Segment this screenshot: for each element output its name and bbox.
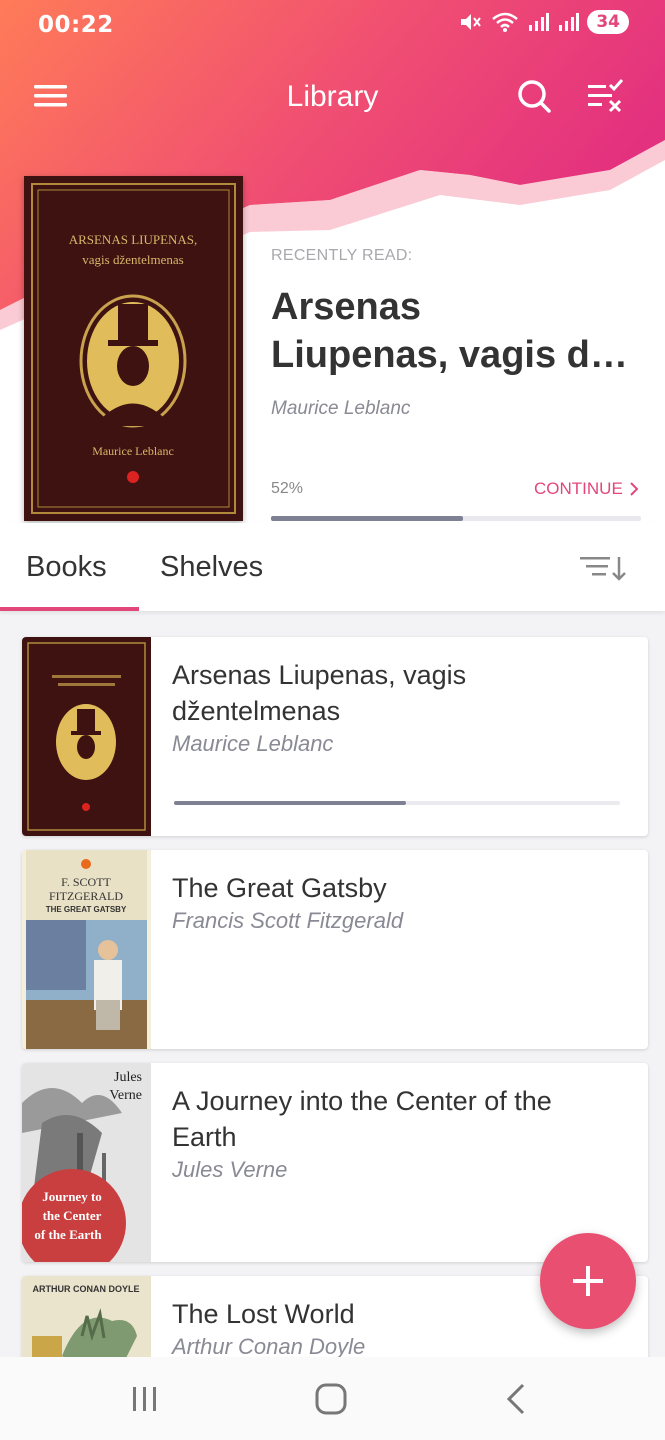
book-cover: F. SCOTT FITZGERALD THE GREAT GATSBY (22, 850, 151, 1049)
status-bar: 00:22 34 (0, 0, 665, 52)
book-progress-fill (174, 801, 406, 805)
recent-apps-icon[interactable] (125, 1379, 165, 1419)
book-author: Jules Verne (172, 1157, 288, 1182)
book-progress-bar (174, 801, 620, 805)
tab-bar: Books Shelves (0, 523, 665, 611)
mute-icon (461, 14, 482, 30)
book-cover (22, 637, 151, 836)
battery-indicator: 34 (587, 10, 629, 34)
add-book-button[interactable] (540, 1233, 636, 1329)
book-card[interactable]: Jules Verne Journey to the Center of the… (22, 1063, 648, 1262)
book-cover: Jules Verne Journey to the Center of the… (22, 1063, 151, 1262)
system-navigation-bar (0, 1357, 665, 1440)
verne-cover-title-1: Journey to (42, 1189, 102, 1204)
recent-title-line2: Liupenas, vagis d… (271, 334, 628, 376)
gatsby-cover-author-1: F. SCOTT (61, 875, 111, 889)
plus-icon (573, 1266, 603, 1296)
recent-cover-title-1: ARSENAS LIUPENAS, (69, 232, 198, 247)
gatsby-cover-author-2: FITZGERALD (49, 889, 123, 903)
recent-progress-bar (271, 516, 641, 521)
recent-book-cover[interactable]: ARSENAS LIUPENAS, vagis džentelmenas Mau… (24, 176, 243, 521)
signal-icon (529, 13, 550, 31)
recently-read-label: RECENTLY READ: (271, 247, 413, 264)
book-title: The Great Gatsby (172, 873, 387, 903)
sort-icon[interactable] (578, 551, 628, 587)
page-title: Library (286, 80, 379, 113)
status-time: 00:22 (38, 12, 114, 38)
app-toolbar: Library (0, 60, 665, 132)
recent-progress-percent: 52% (271, 480, 304, 497)
book-author: Francis Scott Fitzgerald (172, 908, 404, 933)
continue-label: CONTINUE (534, 479, 623, 498)
recent-progress-fill (271, 516, 464, 521)
verne-cover-author-1: Jules (114, 1070, 142, 1085)
book-author: Maurice Leblanc (172, 731, 334, 756)
book-title: A Journey into the Center of the Earth (172, 1086, 552, 1152)
recent-book-title[interactable]: Arsenas Liupenas, vagis d… (271, 283, 641, 379)
signal-icon-2 (559, 13, 580, 31)
recent-cover-title-2: vagis džentelmenas (82, 252, 183, 267)
tab-shelves[interactable]: Shelves (160, 551, 263, 584)
continue-button[interactable]: CONTINUE (534, 479, 639, 499)
chevron-right-icon (630, 482, 639, 496)
tab-books[interactable]: Books (26, 551, 107, 584)
book-card[interactable]: Arsenas Liupenas, vagis džentelmenas Mau… (22, 637, 648, 836)
tab-indicator (0, 607, 139, 611)
lost-world-cover-author: ARTHUR CONAN DOYLE (33, 1284, 140, 1294)
wifi-icon (492, 12, 519, 32)
back-icon[interactable] (497, 1379, 537, 1419)
recent-cover-author: Maurice Leblanc (92, 444, 174, 458)
recent-book-author: Maurice Leblanc (271, 398, 411, 419)
gatsby-cover-title: THE GREAT GATSBY (46, 905, 127, 914)
home-icon[interactable] (311, 1379, 351, 1419)
search-icon[interactable] (512, 74, 556, 118)
checklist-icon[interactable] (584, 74, 630, 118)
recent-title-line1: Arsenas (271, 286, 421, 328)
verne-cover-title-2: the Center (43, 1208, 102, 1223)
status-icons: 34 (459, 10, 629, 34)
book-title: Arsenas Liupenas, vagis džentelmenas (172, 660, 467, 726)
verne-cover-author-2: Verne (109, 1088, 142, 1103)
book-card[interactable]: F. SCOTT FITZGERALD THE GREAT GATSBY The… (22, 850, 648, 1049)
verne-cover-title-3: of the Earth (34, 1227, 102, 1242)
